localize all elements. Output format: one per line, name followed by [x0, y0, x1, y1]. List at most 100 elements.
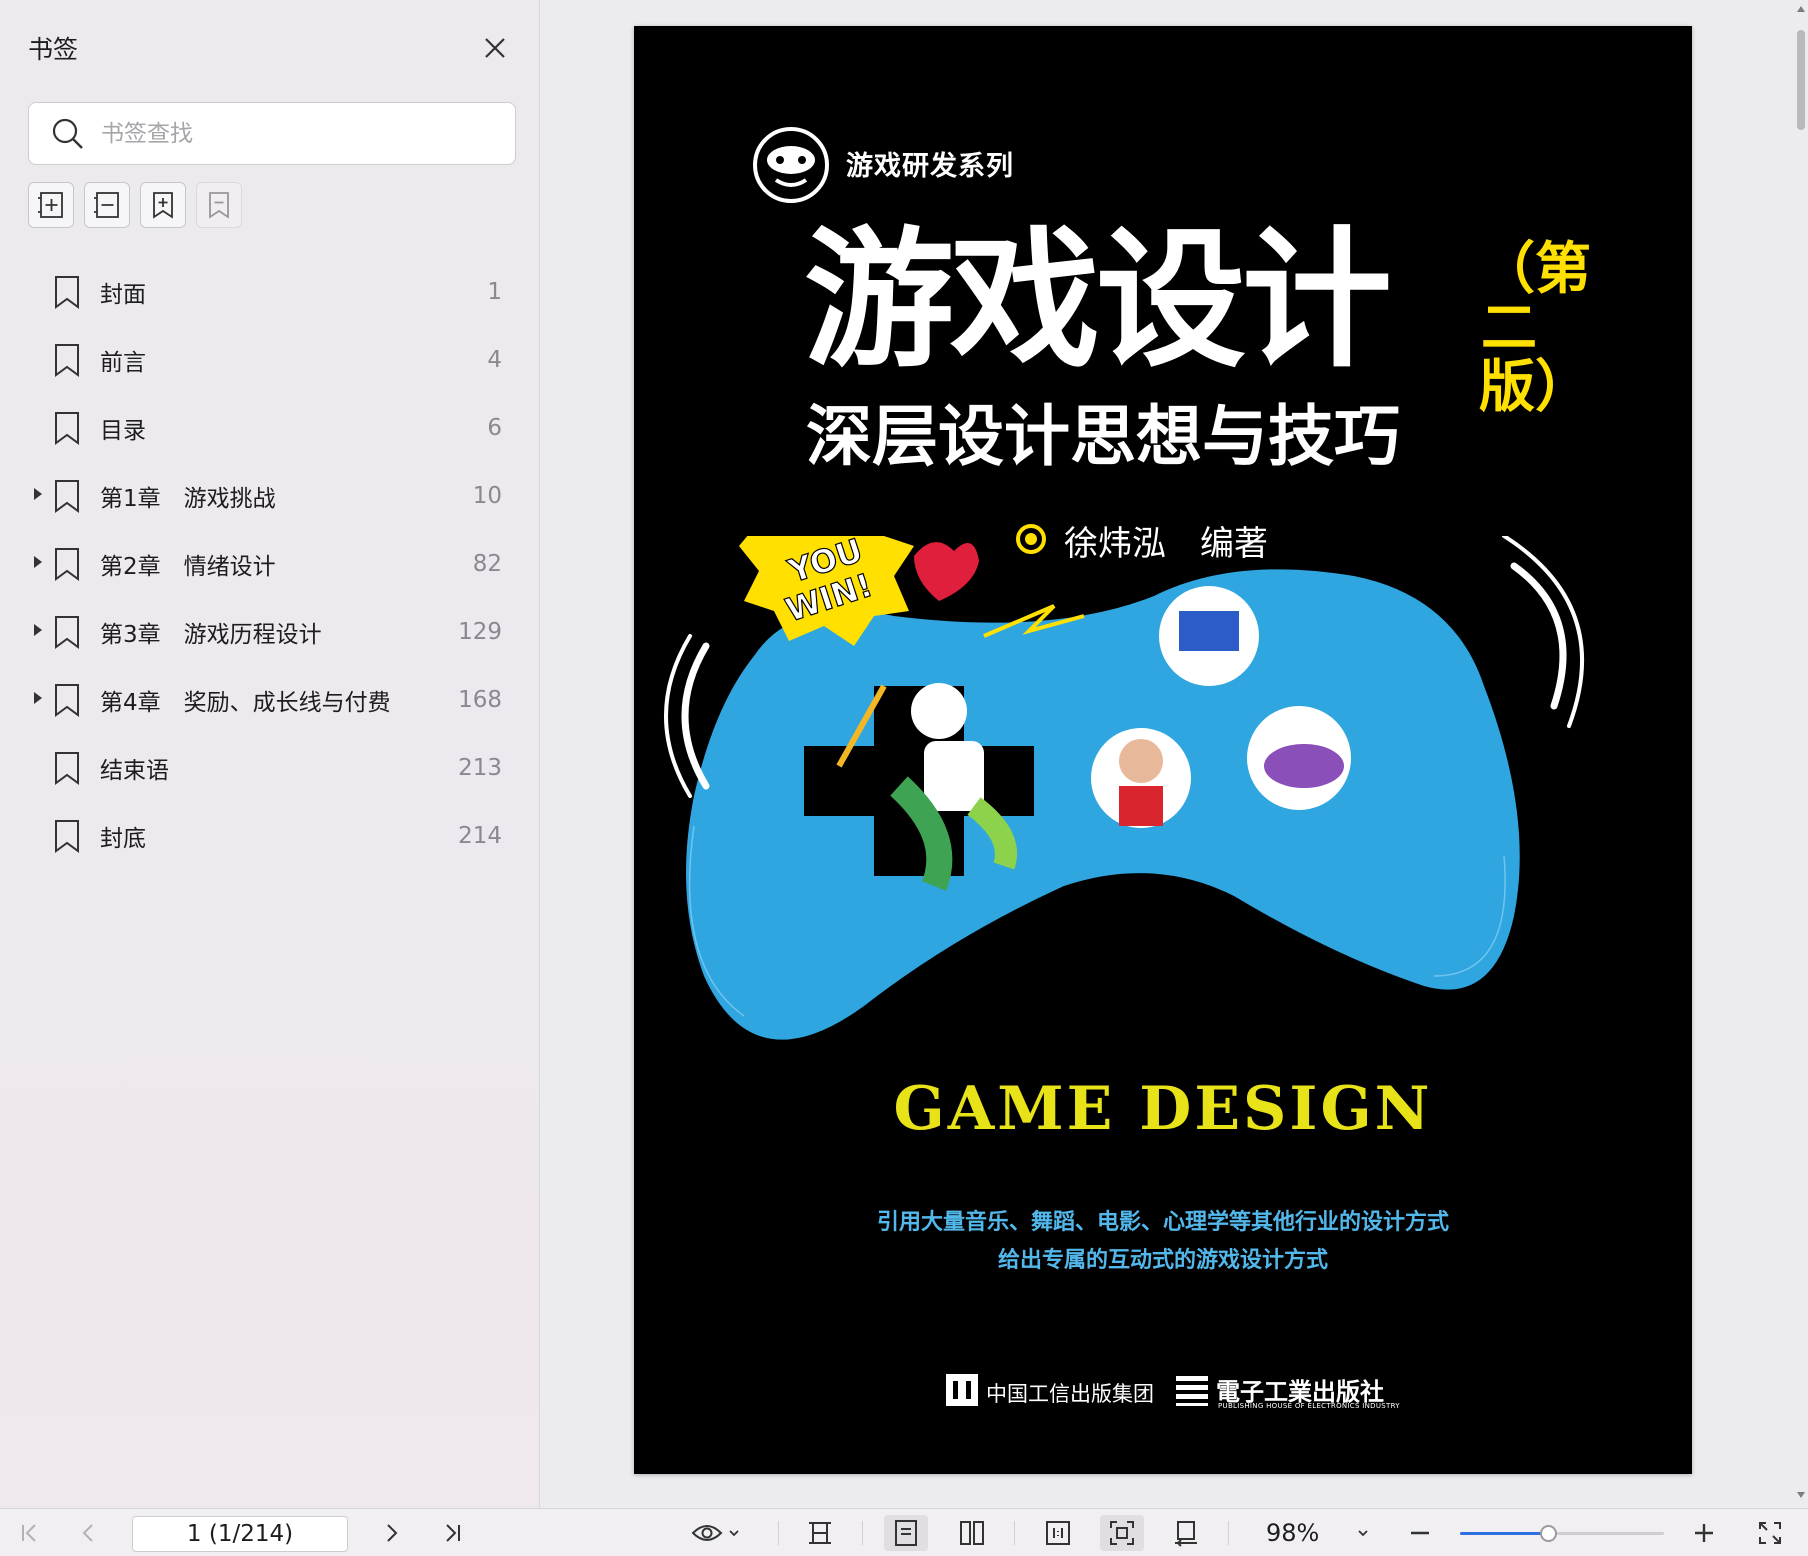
last-page-button[interactable]: [436, 1515, 470, 1551]
bookmark-icon: [55, 616, 79, 649]
chevron-left-icon: [82, 1524, 93, 1542]
series-name: 游戏研发系列: [846, 151, 1014, 182]
search-icon: [52, 118, 83, 149]
bookmark-icon: [55, 480, 79, 513]
controller-illustration: YOU WIN!: [664, 536, 1584, 1040]
reading-mode-button[interactable]: [686, 1515, 746, 1551]
toolbar-separator: [862, 1521, 863, 1545]
previous-page-button[interactable]: [72, 1515, 106, 1551]
zoom-level: 98%: [1266, 1519, 1320, 1547]
bookmark-item[interactable]: 封底 214: [0, 802, 540, 870]
rotate-page-button[interactable]: [1164, 1515, 1208, 1551]
single-page-button[interactable]: [884, 1515, 928, 1551]
bookmark-page-number: 214: [458, 823, 502, 849]
two-page-button[interactable]: [950, 1515, 994, 1551]
expand-arrow-icon[interactable]: [34, 692, 42, 704]
zoom-dropdown-button[interactable]: [1348, 1515, 1378, 1551]
single-page-icon: [895, 1520, 917, 1546]
expand-all-button[interactable]: [28, 182, 74, 228]
bookmark-page-number: 10: [472, 483, 502, 509]
expand-arrow-icon[interactable]: [34, 556, 42, 568]
next-page-button[interactable]: [374, 1515, 408, 1551]
zoom-slider-handle[interactable]: [1539, 1525, 1557, 1542]
scrollbar-thumb[interactable]: [1797, 30, 1805, 130]
bookmark-label: 第3章 游戏历程设计: [100, 622, 322, 648]
bookmark-icon: [55, 684, 79, 717]
first-page-icon: [22, 1524, 36, 1542]
bookmark-icon: [55, 548, 79, 581]
collapse-all-button[interactable]: [84, 182, 130, 228]
fit-width-button[interactable]: [800, 1515, 840, 1551]
actual-size-button[interactable]: [1036, 1515, 1080, 1551]
close-icon[interactable]: [479, 32, 511, 64]
bookmark-icon: [55, 752, 79, 785]
vertical-scrollbar[interactable]: [1794, 0, 1808, 1508]
first-page-button[interactable]: [12, 1515, 46, 1551]
bottom-toolbar: 98%: [0, 1508, 1808, 1556]
edition-label: （第二版）: [1479, 237, 1591, 420]
bookmark-add-icon: [153, 192, 173, 219]
fullscreen-button[interactable]: [1752, 1515, 1788, 1551]
remove-bookmark-button[interactable]: [196, 182, 242, 228]
eye-icon: [691, 1525, 723, 1541]
bookmark-icon: [55, 344, 79, 377]
publisher-name-en: PUBLISHING HOUSE OF ELECTRONICS INDUSTRY: [1218, 1402, 1400, 1410]
bookmark-item[interactable]: 第2章 情绪设计 82: [0, 530, 540, 598]
bookmark-page-number: 213: [458, 755, 502, 781]
fit-page-icon: [1110, 1521, 1134, 1545]
expand-all-icon: [38, 192, 63, 218]
bookmark-page-number: 1: [487, 279, 502, 305]
bookmark-label: 目录: [100, 418, 146, 444]
document-viewer[interactable]: 游戏研发系列 游戏设计 （第二版） 深层设计思想与技巧 徐炜泓 编著 YOU W…: [541, 0, 1808, 1508]
add-bookmark-button[interactable]: [140, 182, 186, 228]
bookmark-search-box[interactable]: [28, 102, 516, 165]
bookmark-tools: [28, 182, 242, 230]
page-number-input[interactable]: [132, 1516, 348, 1552]
bookmark-item[interactable]: 前言 4: [0, 326, 540, 394]
fit-height-icon: [809, 1522, 831, 1544]
scroll-down-icon[interactable]: [1797, 1492, 1805, 1498]
toolbar-separator: [1014, 1521, 1015, 1545]
bookmark-item[interactable]: 第1章 游戏挑战 10: [0, 462, 540, 530]
sidebar-header: 书签: [28, 28, 511, 68]
chevron-down-icon: [729, 1530, 739, 1537]
zoom-in-button[interactable]: [1686, 1515, 1722, 1551]
expand-arrow-icon[interactable]: [34, 488, 42, 500]
two-page-icon: [960, 1521, 984, 1545]
scroll-up-icon[interactable]: [1797, 6, 1805, 12]
bookmark-page-number: 168: [458, 687, 502, 713]
bookmark-page-number: 82: [472, 551, 502, 577]
bookmark-icon: [55, 412, 79, 445]
fullscreen-icon: [1759, 1522, 1781, 1544]
bookmark-search-input[interactable]: [101, 120, 481, 147]
bookmark-item[interactable]: 第3章 游戏历程设计 129: [0, 598, 540, 666]
actual-size-icon: [1046, 1521, 1070, 1545]
bookmark-label: 第1章 游戏挑战: [100, 486, 276, 512]
zoom-slider[interactable]: [1460, 1525, 1664, 1542]
bookmark-page-number: 4: [487, 347, 502, 373]
bookmark-icon: [55, 820, 79, 853]
bookmark-label: 结束语: [100, 758, 169, 784]
zoom-out-button[interactable]: [1402, 1515, 1438, 1551]
bookmark-page-number: 6: [487, 415, 502, 441]
monkey-logo-icon: [753, 127, 829, 203]
chevron-right-icon: [387, 1524, 398, 1542]
book-subtitle: 深层设计思想与技巧: [806, 398, 1400, 475]
bookmark-item[interactable]: 目录 6: [0, 394, 540, 462]
tagline-1: 引用大量音乐、舞蹈、电影、心理学等其他行业的设计方式: [876, 1210, 1449, 1235]
bookmark-item[interactable]: 第4章 奖励、成长线与付费 168: [0, 666, 540, 734]
expand-arrow-icon[interactable]: [34, 624, 42, 636]
bookmark-page-number: 129: [458, 619, 502, 645]
bookmark-item[interactable]: 结束语 213: [0, 734, 540, 802]
collapse-all-icon: [94, 192, 119, 218]
bookmark-label: 封面: [100, 282, 146, 308]
toolbar-separator: [778, 1521, 779, 1545]
fit-page-button[interactable]: [1100, 1515, 1144, 1551]
bookmark-remove-icon: [209, 192, 229, 219]
bookmark-label: 第2章 情绪设计: [100, 554, 276, 580]
sidebar-title: 书签: [28, 35, 79, 64]
bookmark-item[interactable]: 封面 1: [0, 258, 540, 326]
chevron-down-icon: [1358, 1530, 1368, 1537]
bookmark-label: 前言: [100, 350, 146, 376]
bookmark-label: 第4章 奖励、成长线与付费: [100, 690, 391, 716]
